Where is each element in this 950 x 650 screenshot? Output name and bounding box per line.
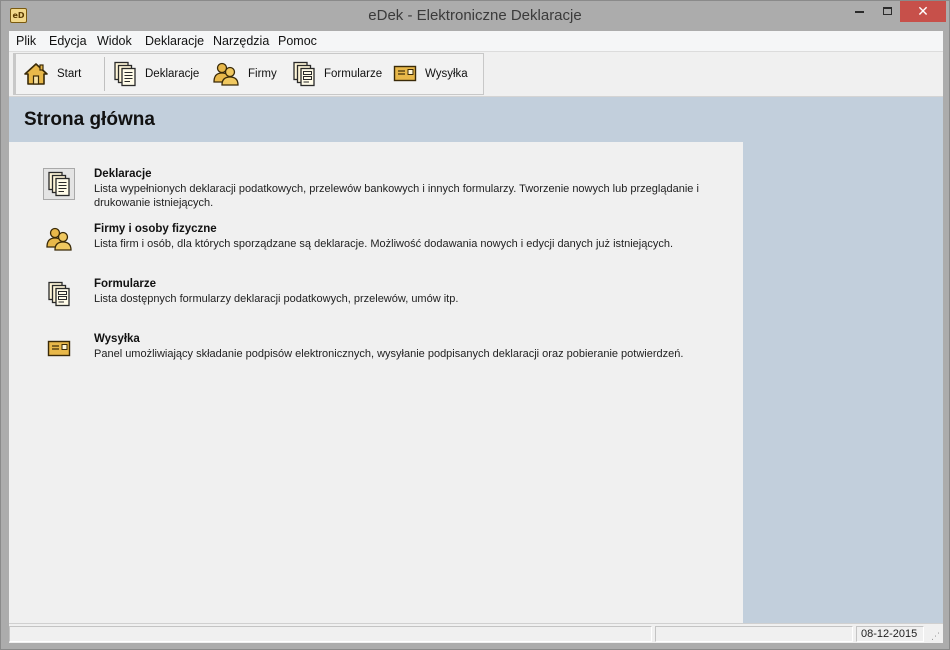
- minimize-button[interactable]: [846, 1, 872, 22]
- resize-grip-icon[interactable]: ⋰: [931, 631, 941, 641]
- menu-narzedzia[interactable]: Narzędzia: [213, 34, 269, 48]
- entry-formularze[interactable]: Formularze Lista dostępnych formularzy d…: [43, 278, 733, 322]
- wysylka-label: Wysyłka: [425, 68, 468, 80]
- status-cell-main: [9, 626, 652, 642]
- formularze-button[interactable]: Formularze: [292, 58, 382, 90]
- home-icon: [24, 63, 48, 85]
- status-bar: 08-12-2015 ⋰: [9, 623, 943, 643]
- entry-deklaracje-desc: Lista wypełnionych deklaracji podatkowyc…: [94, 183, 699, 209]
- firmy-button[interactable]: Firmy: [212, 58, 277, 90]
- toolbar-separator: [104, 57, 105, 91]
- envelope-icon: [47, 340, 71, 357]
- client-area: Plik Edycja Widok Deklaracje Narzędzia P…: [9, 31, 943, 643]
- forms-icon: [48, 281, 70, 307]
- entry-formularze-icon-button[interactable]: [43, 278, 75, 310]
- deklaracje-button[interactable]: Deklaracje: [113, 58, 199, 90]
- close-icon: ✕: [917, 3, 929, 19]
- window-title: eDek - Elektroniczne Deklaracje: [368, 7, 582, 24]
- toolbar: Start Deklaracje Firmy Formularze Wysyłk…: [13, 53, 484, 95]
- app-window: eD eDek - Elektroniczne Deklaracje ✕ Pli…: [0, 0, 950, 650]
- entry-firmy-desc: Lista firm i osób, dla których sporządza…: [94, 238, 673, 250]
- formularze-label: Formularze: [324, 68, 383, 80]
- entry-deklaracje[interactable]: Deklaracje Lista wypełnionych deklaracji…: [43, 168, 733, 212]
- menu-pomoc[interactable]: Pomoc: [278, 34, 317, 48]
- wysylka-button[interactable]: Wysyłka: [393, 58, 468, 90]
- menu-bar: Plik Edycja Widok Deklaracje Narzędzia P…: [9, 31, 943, 52]
- home-panel: Deklaracje Lista wypełnionych deklaracji…: [9, 142, 743, 623]
- deklaracje-label: Deklaracje: [145, 68, 200, 80]
- entry-wysylka[interactable]: Wysyłka Panel umożliwiający składanie po…: [43, 333, 733, 377]
- firmy-label: Firmy: [248, 68, 277, 80]
- entry-firmy[interactable]: Firmy i osoby fizyczne Lista firm i osób…: [43, 223, 733, 267]
- close-button[interactable]: ✕: [900, 1, 946, 22]
- documents-icon: [114, 61, 136, 87]
- maximize-button[interactable]: [874, 1, 900, 22]
- entry-deklaracje-icon-button[interactable]: [43, 168, 75, 200]
- minimize-icon: [854, 10, 864, 13]
- entry-wysylka-title[interactable]: Wysyłka: [94, 333, 140, 345]
- page-header: Strona główna: [9, 97, 943, 142]
- title-bar[interactable]: eD eDek - Elektroniczne Deklaracje ✕: [1, 1, 949, 31]
- forms-icon: [293, 61, 315, 87]
- page-title: Strona główna: [24, 109, 155, 130]
- entry-firmy-title[interactable]: Firmy i osoby fizyczne: [94, 223, 217, 235]
- entry-wysylka-icon-button[interactable]: [43, 333, 75, 365]
- envelope-icon: [393, 65, 417, 82]
- toolbar-area: Start Deklaracje Firmy Formularze Wysyłk…: [9, 52, 943, 97]
- entry-firmy-icon-button[interactable]: [43, 223, 75, 255]
- people-icon: [46, 227, 72, 251]
- start-button[interactable]: Start: [23, 58, 81, 90]
- menu-deklaracje[interactable]: Deklaracje: [145, 34, 204, 48]
- entry-wysylka-desc: Panel umożliwiający składanie podpisów e…: [94, 348, 684, 360]
- menu-widok[interactable]: Widok: [97, 34, 132, 48]
- menu-plik[interactable]: Plik: [16, 34, 36, 48]
- menu-edycja[interactable]: Edycja: [49, 34, 87, 48]
- entry-formularze-title[interactable]: Formularze: [94, 278, 156, 290]
- entry-formularze-desc: Lista dostępnych formularzy deklaracji p…: [94, 293, 459, 305]
- documents-icon: [48, 171, 70, 197]
- main-content: Strona główna Deklaracje Lista wypełnion…: [9, 97, 943, 623]
- status-date: 08-12-2015: [856, 626, 924, 642]
- maximize-icon: [882, 7, 892, 16]
- entry-deklaracje-title[interactable]: Deklaracje: [94, 168, 152, 180]
- people-icon: [213, 62, 239, 86]
- start-label: Start: [57, 68, 82, 80]
- status-cell-middle: [655, 626, 853, 642]
